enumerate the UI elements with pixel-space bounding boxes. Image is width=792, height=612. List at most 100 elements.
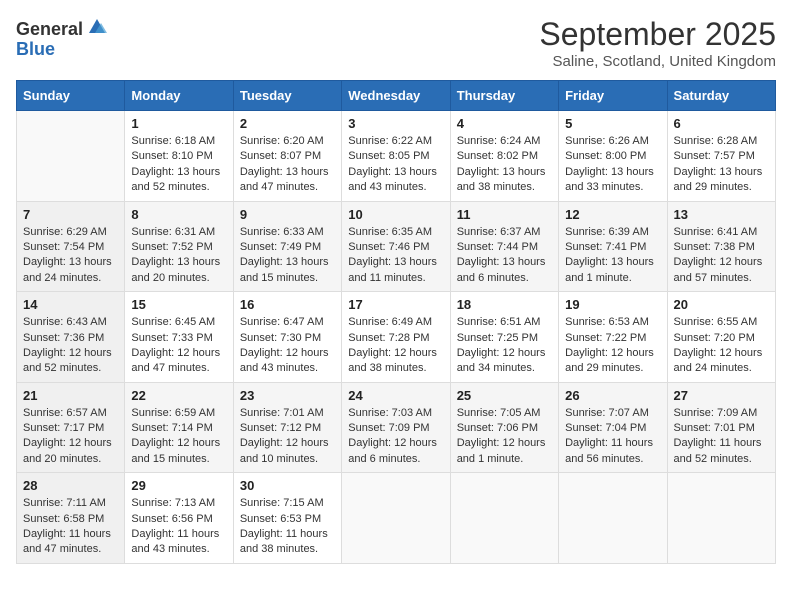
day-detail: Sunrise: 7:07 AMSunset: 7:04 PMDaylight:… <box>565 406 660 468</box>
day-detail: Sunrise: 7:03 AMSunset: 7:09 PMDaylight:… <box>348 406 443 468</box>
calendar-cell: 27Sunrise: 7:09 AMSunset: 7:01 PMDayligh… <box>667 382 775 473</box>
day-detail: Sunrise: 7:11 AMSunset: 6:58 PMDaylight:… <box>23 496 118 558</box>
logo-blue: Blue <box>16 40 107 60</box>
day-number: 2 <box>240 116 335 131</box>
calendar-cell: 22 Sunrise: 6:59 AMSunset: 7:14 PMDayligh… <box>125 382 233 473</box>
day-number: 17 <box>348 297 443 312</box>
calendar-header-row: SundayMondayTuesdayWednesdayThursdayFrid… <box>17 81 776 111</box>
logo-general: General <box>16 20 83 40</box>
day-detail: Sunrise: 7:01 AMSunset: 7:12 PMDaylight:… <box>240 406 335 468</box>
day-number: 28 <box>23 478 118 493</box>
calendar-cell: 6Sunrise: 6:28 AMSunset: 7:57 PMDaylight… <box>667 111 775 202</box>
calendar-cell: 3 Sunrise: 6:22 AMSunset: 8:05 PMDaylight… <box>342 111 450 202</box>
day-number: 20 <box>674 297 769 312</box>
calendar-cell: 8 Sunrise: 6:31 AMSunset: 7:52 PMDaylight… <box>125 201 233 292</box>
day-number: 7 <box>23 207 118 222</box>
calendar-cell: 14 Sunrise: 6:43 AMSunset: 7:36 PMDayligh… <box>17 292 125 383</box>
day-detail: Sunrise: 6:20 AMSunset: 8:07 PMDaylight:… <box>240 134 335 196</box>
day-detail: Sunrise: 6:26 AMSunset: 8:00 PMDaylight:… <box>565 134 660 196</box>
day-number: 30 <box>240 478 335 493</box>
calendar-cell: 20 Sunrise: 6:55 AMSunset: 7:20 PMDayligh… <box>667 292 775 383</box>
day-detail: Sunrise: 6:53 AMSunset: 7:22 PMDaylight:… <box>565 315 660 377</box>
day-detail: Sunrise: 6:49 AMSunset: 7:28 PMDaylight:… <box>348 315 443 377</box>
calendar-cell: 1 Sunrise: 6:18 AMSunset: 8:10 PMDaylight… <box>125 111 233 202</box>
calendar-cell: 16 Sunrise: 6:47 AMSunset: 7:30 PMDayligh… <box>233 292 341 383</box>
calendar-week-row: 21Sunrise: 6:57 AMSunset: 7:17 PMDayligh… <box>17 382 776 473</box>
day-detail: Sunrise: 6:24 AMSunset: 8:02 PMDaylight:… <box>457 134 552 196</box>
day-number: 8 <box>131 207 226 222</box>
day-detail: Sunrise: 6:41 AMSunset: 7:38 PMDaylight:… <box>674 225 769 287</box>
day-number: 27 <box>674 388 769 403</box>
calendar-cell: 28 Sunrise: 7:11 AMSunset: 6:58 PMDayligh… <box>17 473 125 564</box>
calendar-cell: 24 Sunrise: 7:03 AMSunset: 7:09 PMDayligh… <box>342 382 450 473</box>
calendar-cell: 10 Sunrise: 6:35 AMSunset: 7:46 PMDayligh… <box>342 201 450 292</box>
day-detail: Sunrise: 6:47 AMSunset: 7:30 PMDaylight:… <box>240 315 335 377</box>
day-number: 4 <box>457 116 552 131</box>
day-detail: Sunrise: 6:59 AMSunset: 7:14 PMDaylight:… <box>131 406 226 468</box>
day-number: 29 <box>131 478 226 493</box>
calendar-cell: 13 Sunrise: 6:41 AMSunset: 7:38 PMDayligh… <box>667 201 775 292</box>
title-block: September 2025 Saline, Scotland, United … <box>539 16 776 70</box>
calendar-cell: 18 Sunrise: 6:51 AMSunset: 7:25 PMDayligh… <box>450 292 558 383</box>
day-number: 1 <box>131 116 226 131</box>
day-number: 22 <box>131 388 226 403</box>
day-number: 9 <box>240 207 335 222</box>
weekday-header: Thursday <box>450 81 558 111</box>
day-number: 16 <box>240 297 335 312</box>
calendar-cell: 9Sunrise: 6:33 AMSunset: 7:49 PMDaylight… <box>233 201 341 292</box>
day-number: 14 <box>23 297 118 312</box>
day-number: 5 <box>565 116 660 131</box>
weekday-header: Wednesday <box>342 81 450 111</box>
calendar-cell: 12Sunrise: 6:39 AMSunset: 7:41 PMDayligh… <box>559 201 667 292</box>
day-detail: Sunrise: 6:37 AMSunset: 7:44 PMDaylight:… <box>457 225 552 287</box>
day-number: 10 <box>348 207 443 222</box>
day-detail: Sunrise: 6:55 AMSunset: 7:20 PMDaylight:… <box>674 315 769 377</box>
calendar-week-row: 28 Sunrise: 7:11 AMSunset: 6:58 PMDayligh… <box>17 473 776 564</box>
day-number: 12 <box>565 207 660 222</box>
day-number: 24 <box>348 388 443 403</box>
calendar-cell: 21Sunrise: 6:57 AMSunset: 7:17 PMDayligh… <box>17 382 125 473</box>
calendar-week-row: 14 Sunrise: 6:43 AMSunset: 7:36 PMDayligh… <box>17 292 776 383</box>
logo-icon <box>85 15 107 37</box>
day-detail: Sunrise: 6:22 AMSunset: 8:05 PMDaylight:… <box>348 134 443 196</box>
weekday-header: Tuesday <box>233 81 341 111</box>
calendar-cell: 25 Sunrise: 7:05 AMSunset: 7:06 PMDayligh… <box>450 382 558 473</box>
day-detail: Sunrise: 6:35 AMSunset: 7:46 PMDaylight:… <box>348 225 443 287</box>
calendar-cell: 26 Sunrise: 7:07 AMSunset: 7:04 PMDayligh… <box>559 382 667 473</box>
calendar-cell: 17 Sunrise: 6:49 AMSunset: 7:28 PMDayligh… <box>342 292 450 383</box>
page-header: General Blue September 2025 Saline, Scot… <box>16 16 776 70</box>
day-detail: Sunrise: 6:31 AMSunset: 7:52 PMDaylight:… <box>131 225 226 287</box>
day-detail: Sunrise: 7:15 AMSunset: 6:53 PMDaylight:… <box>240 496 335 558</box>
day-detail: Sunrise: 6:51 AMSunset: 7:25 PMDaylight:… <box>457 315 552 377</box>
day-number: 19 <box>565 297 660 312</box>
day-number: 23 <box>240 388 335 403</box>
day-number: 13 <box>674 207 769 222</box>
calendar-cell: 30 Sunrise: 7:15 AMSunset: 6:53 PMDayligh… <box>233 473 341 564</box>
weekday-header: Friday <box>559 81 667 111</box>
calendar-cell: 2 Sunrise: 6:20 AMSunset: 8:07 PMDaylight… <box>233 111 341 202</box>
calendar-cell: 11 Sunrise: 6:37 AMSunset: 7:44 PMDayligh… <box>450 201 558 292</box>
calendar-cell <box>559 473 667 564</box>
weekday-header: Monday <box>125 81 233 111</box>
calendar-cell: 4 Sunrise: 6:24 AMSunset: 8:02 PMDaylight… <box>450 111 558 202</box>
calendar-cell: 5 Sunrise: 6:26 AMSunset: 8:00 PMDaylight… <box>559 111 667 202</box>
day-detail: Sunrise: 6:43 AMSunset: 7:36 PMDaylight:… <box>23 315 118 377</box>
weekday-header: Sunday <box>17 81 125 111</box>
day-detail: Sunrise: 6:29 AMSunset: 7:54 PMDaylight:… <box>23 225 118 287</box>
calendar-cell: 19 Sunrise: 6:53 AMSunset: 7:22 PMDayligh… <box>559 292 667 383</box>
day-detail: Sunrise: 6:18 AMSunset: 8:10 PMDaylight:… <box>131 134 226 196</box>
calendar-table: SundayMondayTuesdayWednesdayThursdayFrid… <box>16 80 776 564</box>
day-number: 18 <box>457 297 552 312</box>
calendar-cell <box>667 473 775 564</box>
day-number: 11 <box>457 207 552 222</box>
location: Saline, Scotland, United Kingdom <box>539 53 776 70</box>
day-detail: Sunrise: 7:05 AMSunset: 7:06 PMDaylight:… <box>457 406 552 468</box>
day-number: 21 <box>23 388 118 403</box>
day-number: 3 <box>348 116 443 131</box>
day-number: 25 <box>457 388 552 403</box>
calendar-cell: 23 Sunrise: 7:01 AMSunset: 7:12 PMDayligh… <box>233 382 341 473</box>
day-detail: Sunrise: 6:45 AMSunset: 7:33 PMDaylight:… <box>131 315 226 377</box>
day-number: 26 <box>565 388 660 403</box>
calendar-cell <box>342 473 450 564</box>
day-number: 15 <box>131 297 226 312</box>
